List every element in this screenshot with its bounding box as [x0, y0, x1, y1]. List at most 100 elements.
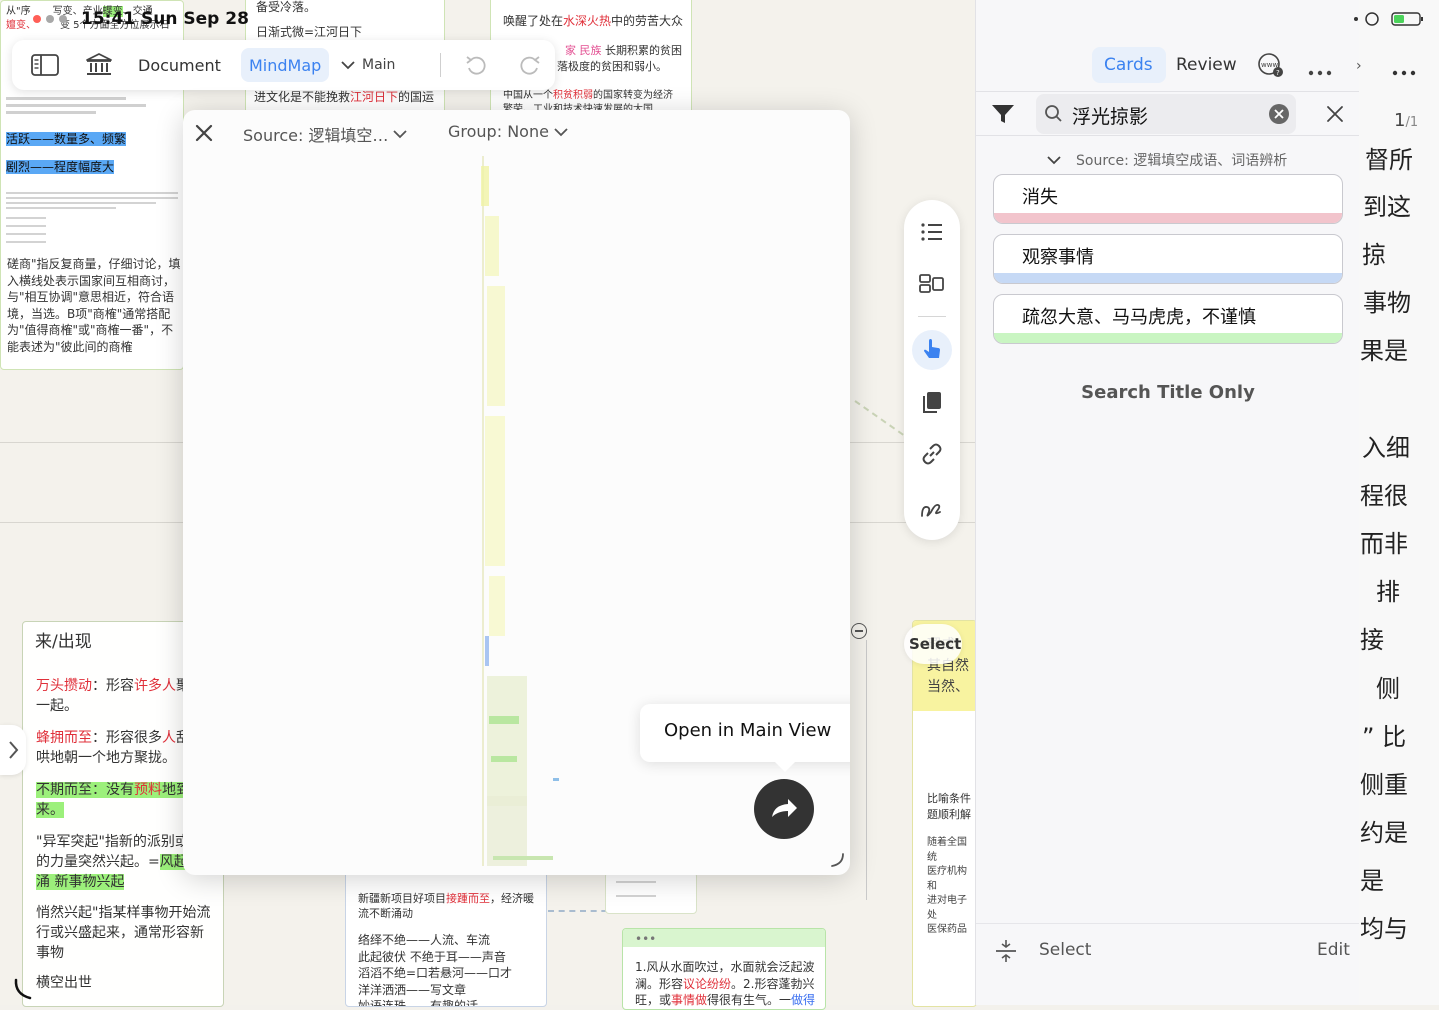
adjust-spacing-button[interactable]	[994, 938, 1018, 964]
document-text-fragment: 而非	[1360, 530, 1408, 558]
resize-handle-icon[interactable]	[829, 852, 845, 868]
resize-corner-icon[interactable]	[12, 978, 32, 1000]
result-card[interactable]: 观察事情	[993, 234, 1343, 284]
tab-cards[interactable]: Cards	[1092, 47, 1166, 83]
card-text: 洋洋洒洒——写文章	[358, 982, 467, 997]
card-text: 唤醒了处在	[503, 14, 564, 28]
tab-cards-label: Cards	[1104, 55, 1153, 75]
close-button[interactable]	[193, 122, 215, 144]
group-dropdown[interactable]: Group: None	[448, 122, 569, 141]
search-title-only-button[interactable]: Search Title Only	[976, 382, 1360, 403]
status-time: 15:41 Sun Sep 28	[81, 9, 249, 29]
draw-tool[interactable]	[918, 492, 946, 520]
window-dot-minimize[interactable]	[46, 15, 54, 23]
source-group-header[interactable]: Source: 逻辑填空成语、词语辨析	[1046, 150, 1287, 170]
card-text: 长期积累的贫困	[601, 44, 682, 57]
mindmap-popup: Source: 逻辑填空… Group: None Open in Main V…	[183, 110, 850, 875]
canvas-divider	[866, 640, 867, 900]
undo-icon	[466, 56, 486, 75]
window-controls[interactable]	[33, 15, 73, 25]
search-input[interactable]: 浮光掠影	[1072, 102, 1148, 129]
document-tab[interactable]: Document	[138, 48, 221, 82]
more-button[interactable]	[1308, 62, 1332, 76]
group-label: Group: None	[448, 122, 549, 141]
card-text: 备受冷落。	[256, 0, 317, 14]
svg-text:?: ?	[1276, 69, 1280, 77]
search-field[interactable]: 浮光掠影	[1036, 94, 1296, 134]
expand-sidebar-button[interactable]	[0, 725, 26, 775]
document-text-fragment: 入细	[1362, 434, 1410, 462]
mindmap-tab[interactable]: MindMap	[241, 48, 330, 82]
document-text-fragment: 排	[1376, 578, 1400, 606]
document-text-fragment: 到这	[1363, 193, 1411, 221]
squiggle-icon	[921, 503, 941, 517]
tab-review[interactable]: Review	[1176, 55, 1237, 75]
close-panel-button[interactable]	[1324, 103, 1346, 125]
card-text: 新疆新项目好项目	[358, 892, 446, 905]
edge-more-button[interactable]	[1392, 62, 1416, 76]
panel-divider	[976, 91, 1360, 92]
card-text: 络绎不绝——人流、车流	[358, 933, 491, 947]
canvas-card-small[interactable]	[605, 872, 697, 914]
card-text: 嬗变、	[6, 20, 36, 31]
outline-tool[interactable]	[918, 218, 946, 246]
collapse-icon[interactable]	[851, 623, 867, 639]
share-button[interactable]	[754, 779, 814, 839]
filter-icon	[992, 105, 1014, 123]
status-icons	[1352, 10, 1432, 28]
card-highlight: 涌 新事物兴起	[36, 874, 125, 890]
source-dropdown[interactable]: Source: 逻辑填空…	[243, 122, 408, 146]
card-text: 日渐式微=江河日下	[256, 25, 363, 39]
layout-tool[interactable]	[918, 270, 946, 298]
tool-palette	[904, 200, 960, 540]
link-icon	[922, 443, 942, 465]
window-dot-close[interactable]	[33, 15, 41, 23]
undo-button[interactable]	[462, 48, 490, 82]
select-chip[interactable]: Select	[904, 624, 962, 664]
document-text-fragment: 均与	[1360, 915, 1408, 943]
result-card-color-bar	[994, 213, 1342, 223]
card-text: 人	[162, 730, 176, 746]
sidebar-toggle-button[interactable]	[28, 48, 62, 82]
document-text-fragment: 果是	[1360, 337, 1408, 365]
web-button[interactable]: www?	[1256, 52, 1286, 80]
clear-search-button[interactable]	[1269, 104, 1289, 124]
card-text: 进文化是不能挽救	[254, 90, 351, 104]
document-text-fragment: 接	[1360, 626, 1384, 654]
card-text: 随着全国统	[927, 837, 967, 863]
share-forward-icon	[772, 799, 797, 817]
main-dropdown-label: Main	[362, 57, 396, 73]
filter-button[interactable]	[990, 101, 1016, 127]
redo-icon	[520, 56, 540, 75]
card-text: 中国从一个	[503, 90, 553, 101]
library-button[interactable]	[84, 48, 114, 82]
mindmap-overview[interactable]	[479, 156, 569, 866]
close-icon	[195, 124, 213, 142]
cards-panel: Cards Review www? 浮光掠影 Source: 逻辑填空成语、词语…	[975, 0, 1360, 1005]
select-button[interactable]: Select	[1039, 940, 1091, 960]
card-title: 来/出现	[35, 632, 92, 652]
link-tool[interactable]	[918, 440, 946, 468]
sidebar-icon	[31, 54, 59, 76]
open-in-main-view-menu[interactable]: Open in Main View	[640, 704, 850, 772]
source-label: Source: 逻辑填空…	[243, 126, 389, 145]
popup-header: Source: 逻辑填空… Group: None	[183, 110, 850, 156]
canvas-card-bottom-right[interactable]: ••• 1.风从水面吹过，水面就会泛起波澜。形容议论纷纷。2.形容蓬勃兴旺，或事…	[622, 928, 826, 1010]
canvas-card-right-edge[interactable]: 理成 其自然 当然、 比喻条件 题顺利解 随着全国统 医疗机构和 进对电子处 医…	[912, 620, 977, 1007]
result-card-title: 消失	[1022, 187, 1058, 208]
touch-tool[interactable]	[912, 330, 952, 370]
open-in-main-view-label: Open in Main View	[664, 720, 832, 741]
main-dropdown[interactable]: Main	[340, 48, 395, 82]
copy-tool[interactable]	[918, 388, 946, 416]
card-highlight: 剧烈——程度幅度大	[6, 160, 115, 174]
card-text: 题顺利解	[927, 808, 971, 821]
main-toolbar: Document MindMap Main	[12, 40, 555, 90]
canvas-card-bottom-mid[interactable]: 新疆新项目好项目接踵而至，经济暖流不断涌动 络绎不绝——人流、车流 此起彼伏 不…	[345, 860, 547, 1007]
window-dot-maximize[interactable]	[59, 15, 67, 23]
chevron-down-icon	[341, 61, 355, 70]
redo-button[interactable]	[516, 48, 544, 82]
card-text: 比喻条件	[927, 792, 971, 805]
edit-button[interactable]: Edit	[1317, 940, 1350, 960]
result-card[interactable]: 疏忽大意、马马虎虎，不谨慎	[993, 294, 1343, 344]
result-card[interactable]: 消失	[993, 174, 1343, 224]
